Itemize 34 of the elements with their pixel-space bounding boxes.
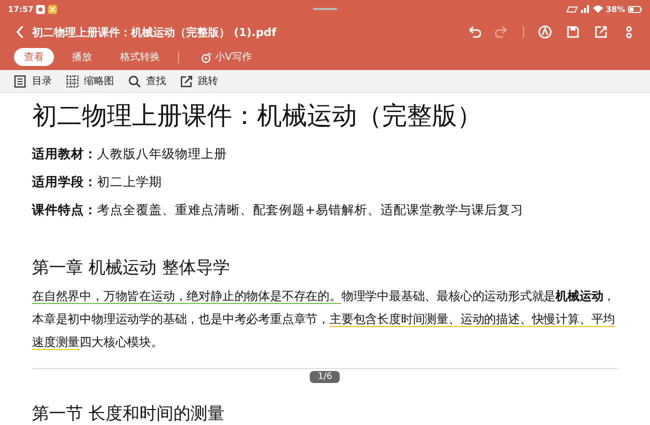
writing-assistant-tab[interactable]: 小V写作 xyxy=(191,48,262,66)
tab[interactable]: 格式转换 xyxy=(110,48,170,66)
pen-circle-icon[interactable] xyxy=(538,25,552,39)
document-heading: 初二物理上册课件：机械运动（完整版） xyxy=(32,100,483,132)
notification-icon xyxy=(48,4,58,14)
share-icon[interactable] xyxy=(594,25,608,39)
save-icon[interactable] xyxy=(566,25,580,39)
clock: 17:57 xyxy=(8,4,34,14)
undo-icon[interactable] xyxy=(467,25,481,39)
info-line: 适用学段：初二上学期 xyxy=(32,174,163,190)
battery-percent: 38% xyxy=(606,4,625,14)
home-handle xyxy=(313,8,337,10)
jump-icon xyxy=(180,74,193,88)
cellular-icon xyxy=(580,5,590,13)
toolbar-button[interactable]: 跳转 xyxy=(176,72,222,90)
search-icon xyxy=(128,74,141,88)
chapter-heading: 第一章 机械运动 整体导学 xyxy=(32,257,231,279)
toolbar-button[interactable]: 缩略图 xyxy=(62,72,118,90)
page-indicator: 1/6 xyxy=(310,371,340,383)
document-title: 初二物理上册课件：机械运动（完整版） (1).pdf xyxy=(32,24,276,40)
info-line: 课件特点：考点全覆盖、重难点清晰、配套例题+易错解析、适配课堂教学与课后复习 xyxy=(32,202,524,218)
list-icon xyxy=(14,74,27,88)
notification-icon xyxy=(36,4,46,14)
section-heading: 第一节 长度和时间的测量 xyxy=(32,403,226,425)
battery-icon xyxy=(628,6,642,12)
back-icon[interactable] xyxy=(16,26,24,38)
tab[interactable]: 播放 xyxy=(62,48,102,66)
grid-icon xyxy=(66,74,79,88)
info-line: 适用教材：人教版八年级物理上册 xyxy=(32,146,228,162)
tab[interactable]: 查看 xyxy=(14,48,54,66)
toolbar-button[interactable]: 目录 xyxy=(10,72,56,90)
toolbar-button[interactable]: 查找 xyxy=(124,72,170,90)
body-paragraph: 在自然界中，万物皆在运动，绝对静止的物体是不存在的。物理学中最基础、最核心的运动形式就是机械运动，本章是初中物理运动学的基础，也是中考必考重点章节，主要包含长度时间测量、运动的描述、快慢计算、平均速度测量四大核心模块。 xyxy=(32,288,616,352)
wifi-icon xyxy=(592,5,603,13)
